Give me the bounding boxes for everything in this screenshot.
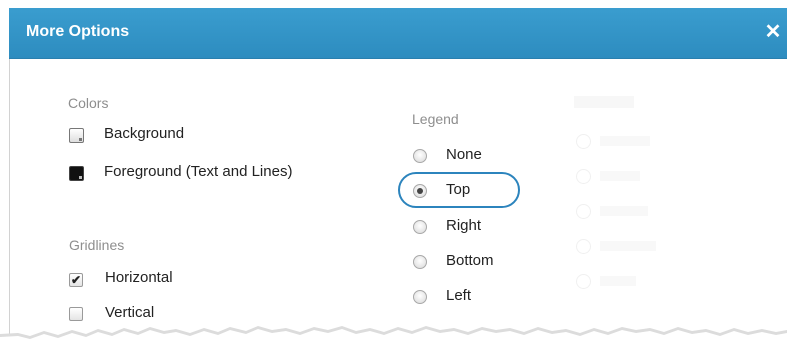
legend-option-right[interactable]: Right — [412, 217, 532, 237]
legend-radio-left[interactable] — [413, 290, 427, 304]
legend-none-label: None — [446, 146, 482, 163]
faded-radio — [576, 204, 591, 219]
faded-text — [600, 206, 648, 216]
torn-edge — [0, 326, 787, 346]
faded-text — [600, 171, 640, 181]
horizontal-label: Horizontal — [105, 269, 173, 286]
faded-text — [600, 241, 656, 251]
background-color-option[interactable]: Background — [69, 125, 289, 145]
dialog-title: More Options — [26, 23, 130, 40]
dark-swatch-icon[interactable] — [69, 166, 84, 181]
faded-radio — [576, 169, 591, 184]
legend-right-label: Right — [446, 217, 482, 234]
horizontal-checkbox[interactable]: ✔ — [69, 273, 83, 287]
colors-heading: Colors — [68, 95, 109, 111]
legend-option-bottom[interactable]: Bottom — [412, 252, 532, 272]
foreground-color-option[interactable]: Foreground (Text and Lines) — [69, 163, 349, 183]
faded-heading — [574, 96, 634, 108]
gridlines-heading: Gridlines — [69, 237, 125, 253]
legend-option-left[interactable]: Left — [412, 287, 532, 307]
legend-radio-none[interactable] — [413, 149, 427, 163]
legend-radio-right[interactable] — [413, 220, 427, 234]
background-label: Background — [104, 125, 185, 142]
faded-options-column — [570, 92, 680, 292]
close-icon[interactable]: ✕ — [762, 20, 784, 44]
faded-radio — [576, 274, 591, 289]
legend-radio-top[interactable] — [413, 184, 427, 198]
legend-heading: Legend — [412, 111, 459, 127]
faded-radio — [576, 239, 591, 254]
faded-text — [600, 136, 650, 146]
legend-top-label: Top — [446, 181, 471, 198]
foreground-label: Foreground (Text and Lines) — [104, 163, 293, 180]
legend-option-top[interactable]: Top — [412, 181, 512, 201]
legend-option-none[interactable]: None — [412, 146, 532, 166]
gridline-horizontal-option[interactable]: ✔ Horizontal — [69, 269, 229, 289]
dialog-title-bar: More Options ✕ — [9, 8, 787, 59]
legend-radio-bottom[interactable] — [413, 255, 427, 269]
legend-bottom-label: Bottom — [446, 252, 494, 269]
legend-left-label: Left — [446, 287, 472, 304]
faded-radio — [576, 134, 591, 149]
light-swatch-icon[interactable] — [69, 128, 84, 143]
faded-text — [600, 276, 636, 286]
